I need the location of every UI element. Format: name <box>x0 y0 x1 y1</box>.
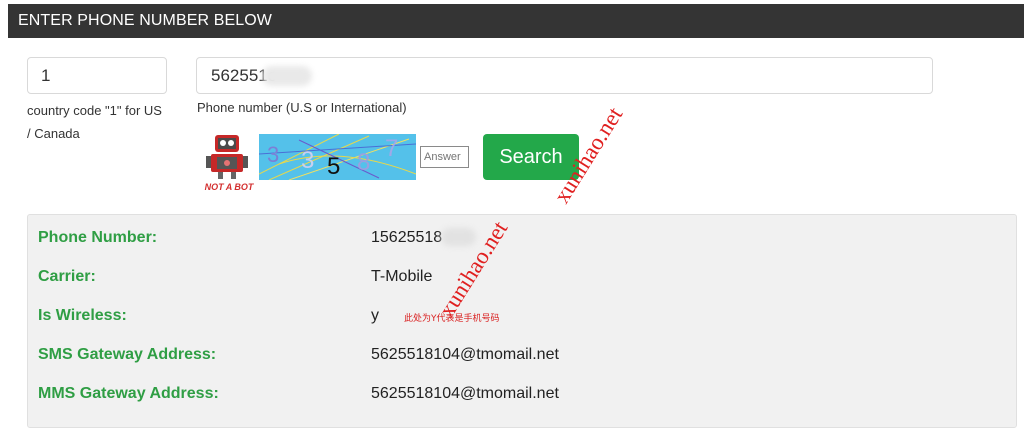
phone-number-label: Phone Number: <box>38 229 158 246</box>
robot-icon: NOT A BOT <box>205 135 255 192</box>
phone-number-value: 15625518 <box>371 229 443 246</box>
captcha-digit: 3 <box>301 147 314 174</box>
captcha-digit: 7 <box>385 135 398 162</box>
phone-number-help: Phone number (U.S or International) <box>197 100 407 115</box>
phone-number-redaction <box>441 228 476 246</box>
carrier-value: T-Mobile <box>371 268 433 285</box>
phone-redaction <box>262 66 312 86</box>
sms-gateway-label: SMS Gateway Address: <box>38 346 217 363</box>
captcha-image: 3 3 5 8 7 <box>259 134 416 180</box>
captcha-digit: 8 <box>357 149 370 176</box>
results-panel: Phone Number: 15625518 Carrier: T-Mobile… <box>27 214 1017 428</box>
country-code-input[interactable] <box>27 57 167 94</box>
mms-gateway-value: 5625518104@tmomail.net <box>371 385 559 402</box>
captcha-answer-input[interactable] <box>420 146 469 168</box>
sms-gateway-value: 5625518104@tmomail.net <box>371 346 559 363</box>
header-title: ENTER PHONE NUMBER BELOW <box>18 12 272 29</box>
is-wireless-label: Is Wireless: <box>38 307 127 324</box>
mms-gateway-label: MMS Gateway Address: <box>38 385 219 402</box>
carrier-label: Carrier: <box>38 268 96 285</box>
page-header: ENTER PHONE NUMBER BELOW <box>8 4 1024 38</box>
captcha-digit: 3 <box>267 142 279 167</box>
country-code-help: country code "1" for US / Canada <box>27 103 162 141</box>
robot-caption: NOT A BOT <box>205 182 255 192</box>
is-wireless-value: y <box>371 307 379 324</box>
captcha-digit: 5 <box>327 153 340 180</box>
